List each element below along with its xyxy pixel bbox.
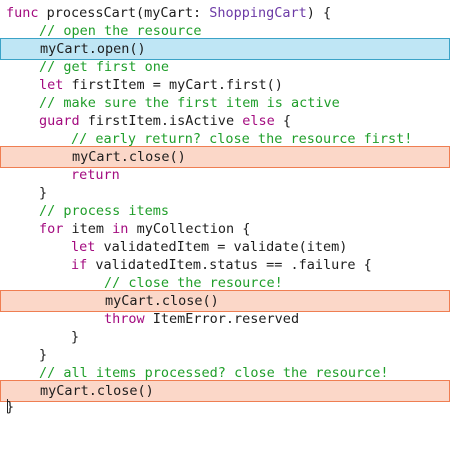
keyword-throw: throw (104, 311, 145, 327)
type-shoppingcart: ShoppingCart (209, 5, 307, 21)
keyword-if: if (71, 257, 88, 273)
code-text: myCollection { (128, 221, 251, 237)
keyword-func: func (6, 5, 39, 21)
code-text: { (274, 113, 291, 129)
keyword-for: for (39, 221, 64, 237)
text-cursor (7, 399, 8, 413)
code-text: firstItem = myCart.first() (63, 77, 283, 93)
keyword-let: let (39, 77, 64, 93)
code-text: validatedItem = validate(item) (95, 239, 348, 255)
code-text: item (63, 221, 113, 237)
keyword-guard: guard (39, 113, 80, 129)
code-text: firstItem.isActive (79, 113, 243, 129)
func-open-brace: ) { (306, 5, 332, 21)
code-editor[interactable]: func processCart(myCart: ShoppingCart) {… (0, 0, 450, 415)
code-text: ItemError.reserved (144, 311, 300, 327)
func-name-params: processCart(myCart: (38, 5, 210, 21)
code-text: validatedItem.status == .failure { (87, 257, 372, 273)
keyword-in: in (112, 221, 129, 237)
keyword-let: let (71, 239, 96, 255)
keyword-else: else (242, 113, 275, 129)
